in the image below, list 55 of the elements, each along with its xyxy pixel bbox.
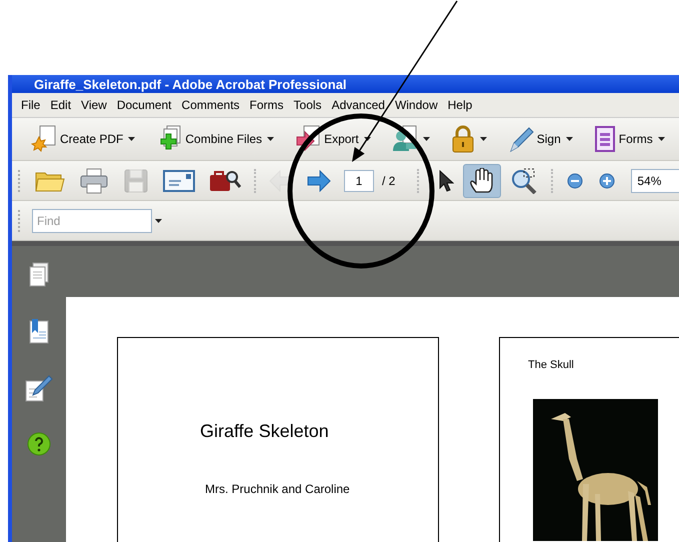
menu-item[interactable]: File — [16, 98, 46, 112]
caret-icon — [128, 137, 136, 141]
magnifier-icon — [510, 168, 538, 194]
right-arrow-icon — [307, 170, 331, 192]
printer-icon — [79, 168, 109, 194]
menu-item[interactable]: Document — [112, 98, 177, 112]
envelope-icon — [163, 168, 195, 192]
zoom-out-icon — [567, 172, 584, 188]
briefcase-search-icon — [209, 168, 241, 192]
menu-item[interactable]: Edit — [45, 98, 76, 112]
menu-item[interactable]: Forms — [244, 98, 289, 112]
menu-item[interactable]: Tools — [288, 98, 327, 112]
zoom-in-icon — [599, 172, 616, 188]
page-title: Giraffe Skeleton — [200, 421, 329, 442]
menu-item[interactable]: Window — [390, 98, 443, 112]
pen-icon — [508, 125, 534, 153]
sign-button[interactable]: Sign — [504, 125, 576, 153]
combine-files-button[interactable]: Combine Files — [153, 125, 278, 153]
menu-item[interactable]: View — [76, 98, 112, 112]
caret-icon — [422, 137, 430, 141]
form-icon — [594, 125, 616, 153]
caret-icon[interactable] — [155, 218, 162, 222]
export-button[interactable]: Export — [292, 125, 374, 153]
zoom-field[interactable]: 54% — [631, 168, 679, 192]
pen-document-icon — [25, 374, 53, 402]
document-arrow-icon — [295, 125, 322, 153]
document-star-icon — [31, 125, 57, 153]
help-icon — [27, 432, 51, 456]
window-title: Giraffe_Skeleton.pdf - Adobe Acrobat Professional — [34, 76, 347, 92]
caret-icon — [566, 137, 573, 141]
caret-icon — [658, 137, 665, 141]
pages-icon — [28, 262, 50, 288]
cursor-arrow-icon — [438, 170, 454, 192]
create-pdf-button[interactable]: Create PDF — [28, 125, 138, 153]
caret-icon — [267, 137, 274, 141]
page-subtitle: Mrs. Pruchnik and Caroline — [205, 482, 350, 496]
bookmark-icon — [28, 318, 50, 344]
menu-item[interactable]: Comments — [176, 98, 245, 112]
menu-item[interactable]: Help — [442, 98, 478, 112]
forms-button[interactable]: Forms — [590, 125, 668, 153]
caret-icon — [364, 137, 371, 141]
page-heading: The Skull — [528, 359, 575, 371]
caret-icon — [480, 137, 487, 141]
page-count: / 2 — [382, 174, 396, 188]
help-button[interactable] — [27, 432, 51, 456]
page-number-field[interactable]: 1 — [344, 170, 374, 192]
bookmarks-button[interactable] — [28, 318, 50, 344]
hand-tool[interactable] — [463, 164, 502, 198]
find-field[interactable]: Find — [32, 208, 152, 232]
menu-item[interactable]: Advanced — [326, 98, 390, 112]
person-document-icon — [392, 125, 418, 153]
pages-button[interactable] — [28, 262, 50, 288]
signatures-button[interactable] — [25, 374, 53, 402]
padlock-icon — [450, 125, 475, 153]
hand-icon — [469, 168, 496, 194]
